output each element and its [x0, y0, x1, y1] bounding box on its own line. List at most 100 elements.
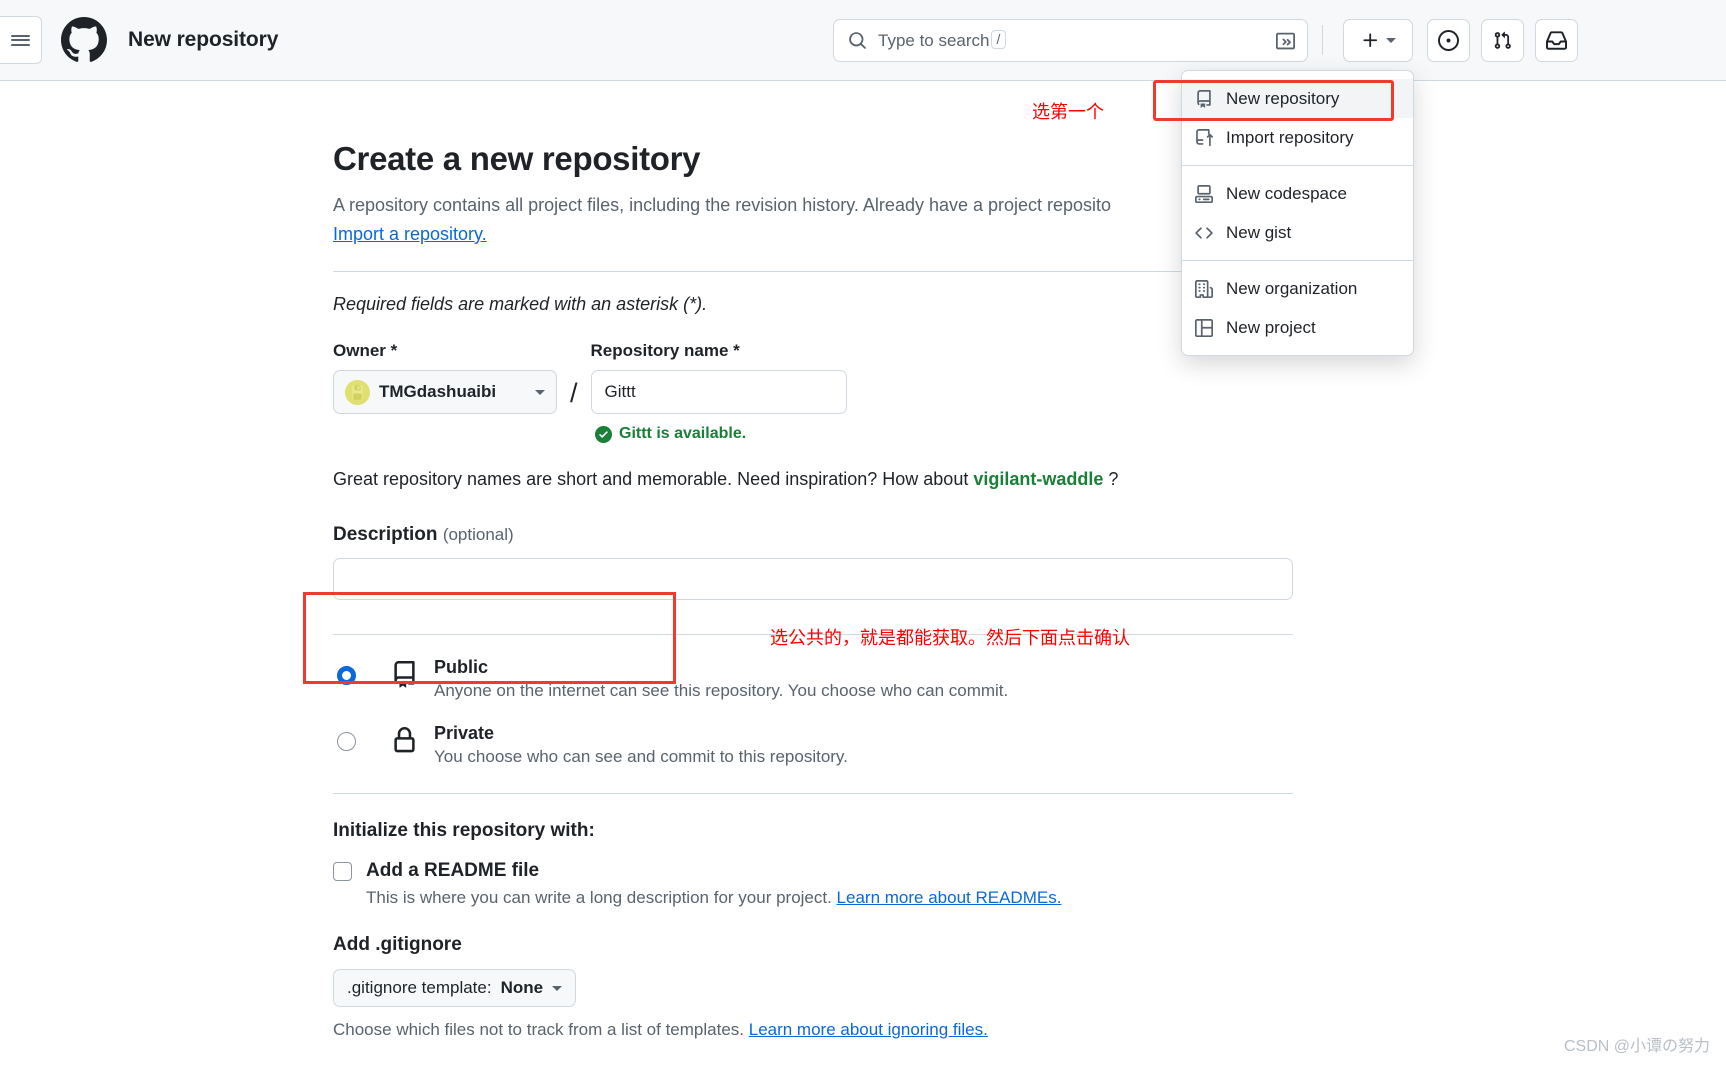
git-pull-request-icon	[1494, 31, 1511, 49]
app-header: New repository Type to search /	[0, 0, 1726, 81]
form-heading: Create a new repository	[333, 140, 701, 177]
initialize-section-title: Initialize this repository with:	[333, 820, 595, 841]
required-fields-note: Required fields are marked with an aster…	[333, 294, 708, 314]
repo-name-input[interactable]	[590, 370, 847, 414]
readme-checkbox[interactable]	[333, 861, 352, 881]
private-radio-button[interactable]	[337, 732, 356, 751]
section-divider	[333, 634, 1293, 635]
description-label-text: Description	[333, 524, 438, 545]
plus-icon	[1362, 33, 1377, 48]
owner-repo-separator: /	[570, 378, 578, 408]
owner-value: TMGdashuaibi	[379, 382, 497, 401]
search-icon	[849, 32, 866, 49]
menu-item-label: New project	[1226, 317, 1316, 337]
search-input[interactable]: Type to search /	[833, 19, 1308, 62]
terminal-icon[interactable]	[1273, 28, 1298, 53]
repo-name-field-group: Repository name *	[590, 341, 847, 414]
check-circle-fill-icon	[595, 425, 612, 443]
hamburger-icon-bar	[11, 34, 30, 37]
gitignore-help-body: Choose which files not to track from a l…	[333, 1020, 749, 1039]
codespaces-icon	[1194, 184, 1214, 204]
visibility-option-public[interactable]: Public Anyone on the internet can see th…	[333, 657, 1293, 701]
readme-help-text: This is where you can write a long descr…	[366, 888, 1293, 908]
inspiration-suffix: ?	[1103, 469, 1119, 489]
watermark: CSDN @小谭の努力	[1563, 1038, 1710, 1055]
form-description: A repository contains all project files,…	[333, 191, 1293, 249]
repo-availability-status: Gittt is available.	[595, 425, 1293, 443]
gitignore-learn-more-link[interactable]: Learn more about ignoring files.	[749, 1020, 988, 1039]
issue-opened-icon	[1438, 30, 1459, 51]
gitignore-section-title: Add .gitignore	[333, 934, 462, 955]
project-icon	[1194, 318, 1214, 338]
repo-name-label: Repository name *	[590, 341, 740, 360]
repo-name-inspiration: Great repository names are short and mem…	[333, 469, 1293, 490]
public-option-title: Public	[434, 657, 489, 677]
public-radio-button[interactable]	[337, 666, 356, 685]
code-icon	[1194, 223, 1214, 243]
github-logo-icon[interactable]	[61, 17, 107, 63]
organization-icon	[1194, 279, 1214, 299]
gitignore-select-prefix: .gitignore template:	[347, 978, 492, 997]
repo-icon	[1194, 89, 1214, 109]
public-option-body: Public Anyone on the internet can see th…	[434, 657, 1008, 701]
inspiration-suggestion[interactable]: vigilant-waddle	[973, 469, 1103, 489]
menu-item-import-repository[interactable]: Import repository	[1182, 118, 1413, 157]
pull-requests-button[interactable]	[1481, 19, 1524, 62]
private-option-title: Private	[434, 723, 495, 743]
lock-icon	[390, 727, 419, 754]
chevron-down-icon	[552, 985, 563, 991]
chevron-down-icon	[1385, 38, 1396, 43]
create-new-dropdown-menu[interactable]: New repository Import repository New cod…	[1181, 70, 1414, 356]
private-option-body: Private You choose who can see and commi…	[434, 723, 848, 767]
owner-repo-row: Owner * TMGdashuaibi / Repository name *	[333, 341, 1293, 414]
inspiration-prefix: Great repository names are short and mem…	[333, 469, 974, 489]
create-new-button[interactable]	[1343, 19, 1413, 62]
description-optional-text: (optional)	[442, 525, 514, 544]
create-repository-form: Create a new repository A repository con…	[333, 81, 1293, 1040]
description-input[interactable]	[333, 558, 1293, 600]
chevron-down-icon	[535, 389, 545, 395]
repo-icon	[390, 661, 419, 688]
description-label: Description (optional)	[333, 524, 1293, 546]
avatar	[345, 379, 370, 405]
menu-divider	[1182, 165, 1413, 166]
form-description-text: A repository contains all project files,…	[333, 195, 1112, 215]
menu-divider	[1182, 260, 1413, 261]
search-shortcut-key: /	[990, 30, 1007, 49]
menu-item-label: New gist	[1226, 222, 1292, 242]
menu-item-new-gist[interactable]: New gist	[1182, 213, 1413, 252]
hamburger-icon-bar	[11, 43, 30, 46]
menu-item-label: New repository	[1226, 88, 1340, 108]
readme-learn-more-link[interactable]: Learn more about READMEs.	[837, 888, 1062, 907]
availability-text: Gittt is available.	[619, 425, 747, 442]
inbox-icon	[1546, 31, 1567, 50]
owner-field-group: Owner * TMGdashuaibi	[333, 341, 557, 414]
readme-checkbox-row[interactable]: Add a README file	[333, 860, 1293, 882]
gitignore-select-value: None	[500, 978, 544, 997]
menu-item-new-repository[interactable]: New repository	[1182, 79, 1413, 118]
menu-item-new-organization[interactable]: New organization	[1182, 269, 1413, 308]
section-divider	[333, 793, 1293, 794]
menu-item-new-project[interactable]: New project	[1182, 308, 1413, 347]
hamburger-icon-bar	[11, 39, 30, 41]
search-placeholder: Type to search	[878, 30, 990, 50]
public-option-description: Anyone on the internet can see this repo…	[434, 681, 1009, 700]
header-divider	[1322, 25, 1323, 55]
menu-item-label: New organization	[1226, 278, 1358, 298]
import-repository-link[interactable]: Import a repository.	[333, 224, 487, 244]
menu-item-new-codespace[interactable]: New codespace	[1182, 174, 1413, 213]
gitignore-template-select[interactable]: .gitignore template: None	[333, 969, 577, 1007]
issues-button[interactable]	[1427, 19, 1470, 62]
readme-checkbox-label: Add a README file	[366, 860, 540, 881]
repo-push-icon	[1194, 128, 1214, 148]
hamburger-menu-button[interactable]	[0, 16, 42, 64]
menu-item-label: Import repository	[1226, 127, 1354, 147]
gitignore-help-text: Choose which files not to track from a l…	[333, 1020, 1293, 1040]
visibility-option-private[interactable]: Private You choose who can see and commi…	[333, 723, 1293, 767]
readme-help-body: This is where you can write a long descr…	[366, 888, 837, 907]
notifications-button[interactable]	[1535, 19, 1578, 62]
section-divider	[333, 271, 1293, 272]
owner-label: Owner *	[333, 341, 398, 360]
menu-item-label: New codespace	[1226, 183, 1347, 203]
owner-select[interactable]: TMGdashuaibi	[333, 370, 557, 414]
